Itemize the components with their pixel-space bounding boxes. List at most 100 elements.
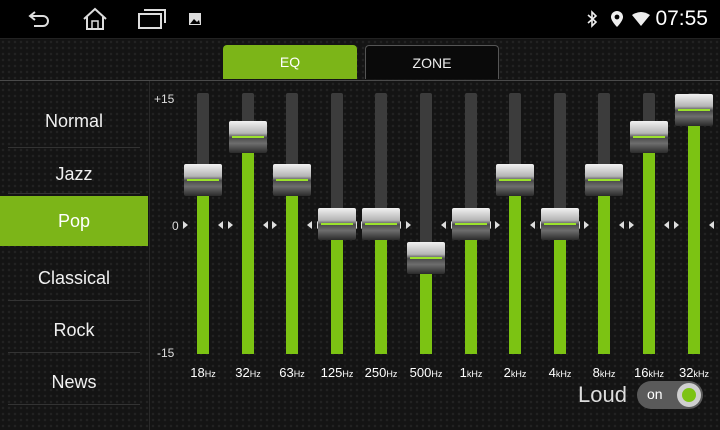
zero-marker-right xyxy=(218,221,223,229)
zero-marker-right xyxy=(709,221,714,229)
zero-marker-right xyxy=(530,221,535,229)
zero-marker-right xyxy=(307,221,312,229)
status-bar: 07:55 xyxy=(0,0,720,39)
band-frequency: 500 xyxy=(409,365,432,380)
preset-news[interactable]: News xyxy=(0,357,148,407)
slider-knob[interactable] xyxy=(630,120,668,153)
preset-separator xyxy=(8,193,140,194)
preset-separator xyxy=(8,147,140,148)
zero-marker-right xyxy=(664,221,669,229)
slider-fill xyxy=(375,223,387,354)
zero-marker-right xyxy=(619,221,624,229)
band-unit: Hz xyxy=(204,369,216,379)
zero-marker-left xyxy=(183,221,188,229)
preset-separator xyxy=(8,300,140,301)
toggle-knob xyxy=(677,383,701,407)
knob-indicator-line xyxy=(187,179,219,181)
band-frequency: 16 xyxy=(634,365,649,380)
band-label: 1kHz xyxy=(451,365,491,380)
knob-indicator-line xyxy=(678,109,710,112)
slider-fill xyxy=(598,180,610,354)
sidebar-divider xyxy=(149,81,150,430)
slider-knob[interactable] xyxy=(452,207,490,240)
zero-marker-left xyxy=(674,221,679,229)
slider-fill xyxy=(197,180,209,354)
scale-min-label: -15 xyxy=(157,346,175,360)
tab-zone[interactable]: ZONE xyxy=(365,45,499,79)
zero-marker-left xyxy=(629,221,634,229)
slider-knob[interactable] xyxy=(273,164,311,196)
slider-knob[interactable] xyxy=(184,164,222,196)
location-icon xyxy=(608,5,626,33)
band-unit: Hz xyxy=(431,369,443,379)
knob-indicator-line xyxy=(544,222,576,225)
toggle-indicator-dot xyxy=(682,388,696,402)
loud-toggle[interactable]: on xyxy=(637,381,703,409)
band-label: 8kHz xyxy=(584,365,624,380)
band-label: 63Hz xyxy=(272,365,312,380)
band-unit: kHz xyxy=(648,369,664,379)
slider-knob[interactable] xyxy=(541,207,579,240)
tab-divider xyxy=(0,80,720,81)
zero-marker-left xyxy=(584,221,589,229)
knob-indicator-line xyxy=(455,222,487,225)
slider-fill xyxy=(286,180,298,354)
knob-indicator-line xyxy=(232,135,264,138)
band-unit: Hz xyxy=(249,369,261,379)
clock: 07:55 xyxy=(655,7,708,30)
preset-classical[interactable]: Classical xyxy=(0,253,148,303)
slider-fill xyxy=(331,223,343,354)
slider-knob[interactable] xyxy=(318,207,356,240)
preset-jazz[interactable]: Jazz xyxy=(0,149,148,199)
slider-knob[interactable] xyxy=(585,164,623,196)
bluetooth-icon xyxy=(584,5,600,33)
zero-marker-right xyxy=(441,221,446,229)
zero-marker-right xyxy=(263,221,268,229)
scale-max-label: +15 xyxy=(154,92,175,106)
band-label: 125Hz xyxy=(317,365,357,380)
band-unit: Hz xyxy=(342,369,354,379)
slider-knob[interactable] xyxy=(407,242,445,275)
zero-marker-left xyxy=(406,221,411,229)
knob-indicator-line xyxy=(365,222,397,225)
band-label: 16kHz xyxy=(629,365,669,380)
band-label: 32kHz xyxy=(674,365,714,380)
loud-label: Loud xyxy=(578,382,627,407)
loud-toggle-state: on xyxy=(647,386,663,402)
band-label: 250Hz xyxy=(361,365,401,380)
slider-knob[interactable] xyxy=(362,207,400,240)
scale-zero-label: 0 xyxy=(172,219,179,233)
slider-fill xyxy=(465,223,477,354)
recent-apps-icon[interactable] xyxy=(136,5,168,33)
slider-fill xyxy=(509,180,521,354)
band-label: 4kHz xyxy=(540,365,580,380)
knob-indicator-line xyxy=(276,179,308,181)
wifi-icon xyxy=(630,5,652,33)
band-frequency: 4 xyxy=(548,365,556,380)
back-icon[interactable] xyxy=(24,5,54,33)
equalizer-panel: EQ ZONE Normal Jazz Pop Classical Rock N… xyxy=(0,39,720,430)
band-frequency: 250 xyxy=(364,365,387,380)
band-frequency: 18 xyxy=(190,365,205,380)
home-icon[interactable] xyxy=(80,5,110,33)
slider-fill xyxy=(242,136,254,354)
slider-knob[interactable] xyxy=(675,94,713,127)
preset-pop[interactable]: Pop xyxy=(0,196,148,246)
preset-normal[interactable]: Normal xyxy=(0,96,148,146)
tab-eq[interactable]: EQ xyxy=(223,45,357,79)
band-frequency: 32 xyxy=(679,365,694,380)
slider-knob[interactable] xyxy=(496,164,534,196)
band-unit: kHz xyxy=(510,369,527,379)
knob-indicator-line xyxy=(321,222,353,225)
preset-rock[interactable]: Rock xyxy=(0,305,148,355)
knob-indicator-line xyxy=(410,257,442,260)
image-notification-icon xyxy=(186,5,204,33)
band-label: 32Hz xyxy=(228,365,268,380)
band-frequency: 1 xyxy=(459,365,467,380)
band-unit: kHz xyxy=(466,369,483,379)
slider-fill xyxy=(688,110,700,354)
preset-separator xyxy=(8,352,140,353)
slider-knob[interactable] xyxy=(229,120,267,153)
band-frequency: 125 xyxy=(320,365,343,380)
band-unit: Hz xyxy=(293,369,305,379)
